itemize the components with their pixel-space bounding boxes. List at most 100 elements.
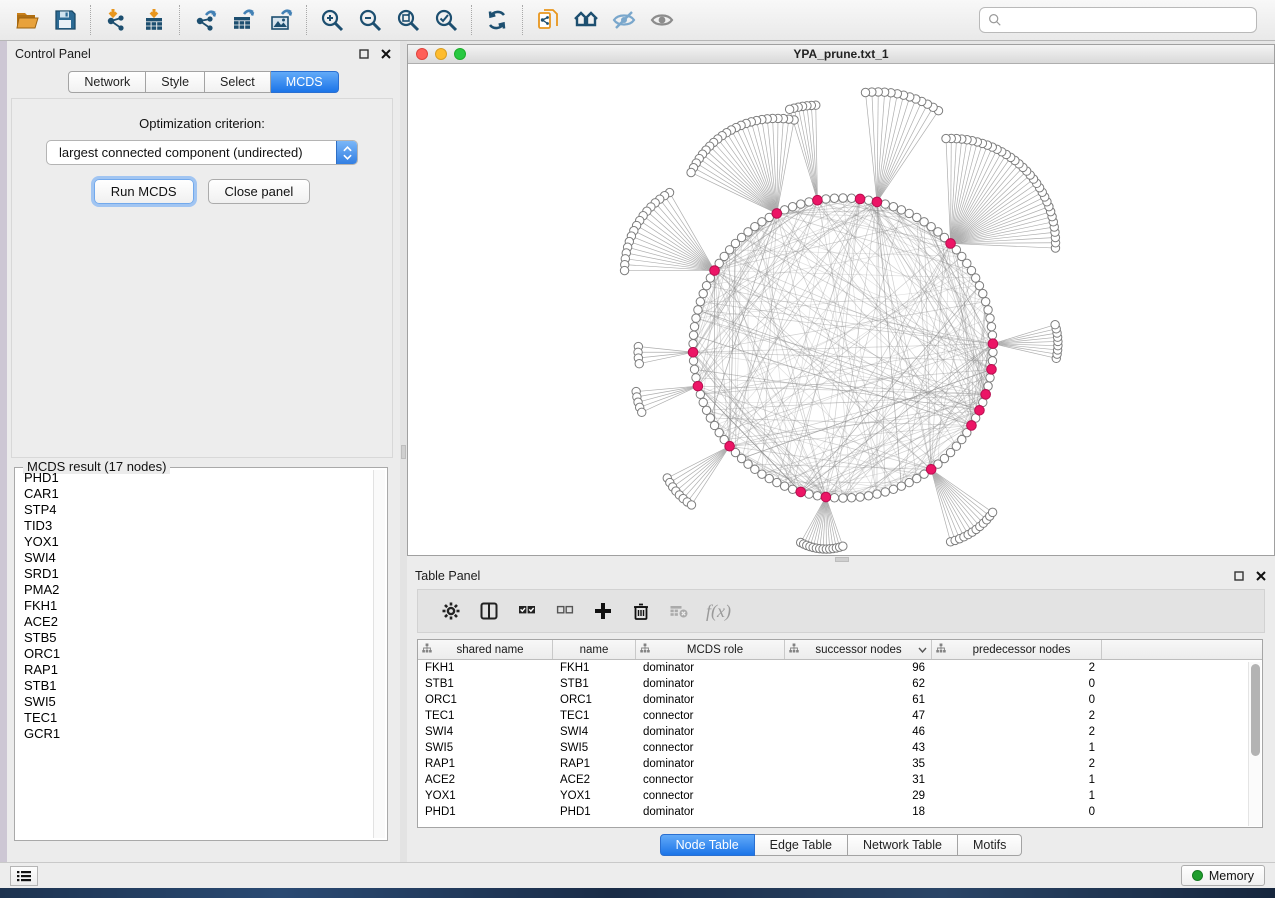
mcds-tab-content: Optimization criterion: largest connecte… xyxy=(11,98,393,458)
tab-network-table[interactable]: Network Table xyxy=(848,834,958,856)
horizontal-splitter[interactable] xyxy=(407,556,1275,563)
table-cell: connector xyxy=(636,788,785,804)
mcds-result-item[interactable]: GCR1 xyxy=(17,726,373,742)
node-table[interactable]: shared name nameMCDS rolesuccessor nodesp… xyxy=(417,639,1263,828)
tab-select[interactable]: Select xyxy=(205,71,271,93)
zoom-in-button[interactable] xyxy=(313,3,351,37)
import-network-button[interactable] xyxy=(97,3,135,37)
close-panel-icon[interactable] xyxy=(380,48,392,60)
network-window-titlebar[interactable]: YPA_prune.txt_1 xyxy=(408,45,1274,64)
tab-style[interactable]: Style xyxy=(146,71,205,93)
task-list-icon xyxy=(17,870,31,882)
column-header-successor-nodes[interactable]: successor nodes xyxy=(785,640,932,659)
open-file-button[interactable] xyxy=(8,3,46,37)
table-row[interactable]: SWI4SWI4dominator462 xyxy=(418,724,1262,740)
mcds-result-item[interactable]: SWI5 xyxy=(17,694,373,710)
table-cell: 1 xyxy=(932,772,1102,788)
add-column-button[interactable] xyxy=(586,594,620,628)
node-table-header: shared name nameMCDS rolesuccessor nodesp… xyxy=(418,640,1262,660)
vertical-splitter[interactable] xyxy=(400,41,407,862)
table-row[interactable]: YOX1YOX1connector291 xyxy=(418,788,1262,804)
float-table-panel-icon[interactable] xyxy=(1233,570,1245,582)
select-all-button[interactable] xyxy=(510,594,544,628)
table-row[interactable]: ACE2ACE2connector311 xyxy=(418,772,1262,788)
zoom-out-button[interactable] xyxy=(351,3,389,37)
search-box[interactable] xyxy=(979,7,1257,33)
delete-columns-button[interactable] xyxy=(624,594,658,628)
mcds-result-list[interactable]: PHD1CAR1STP4TID3YOX1SWI4SRD1PMA2FKH1ACE2… xyxy=(17,470,373,838)
table-cell: connector xyxy=(636,708,785,724)
tab-network[interactable]: Network xyxy=(68,71,146,93)
table-row[interactable]: STB1STB1dominator620 xyxy=(418,676,1262,692)
mcds-result-item[interactable]: YOX1 xyxy=(17,534,373,550)
tab-motifs[interactable]: Motifs xyxy=(958,834,1022,856)
memory-button[interactable]: Memory xyxy=(1181,865,1265,886)
hide-selected-button[interactable] xyxy=(605,3,643,37)
column-header-predecessor-nodes[interactable]: predecessor nodes xyxy=(932,640,1102,659)
tab-mcds[interactable]: MCDS xyxy=(271,71,339,93)
mcds-result-item[interactable]: ACE2 xyxy=(17,614,373,630)
window-close-icon[interactable] xyxy=(416,48,428,60)
network-canvas[interactable] xyxy=(408,64,1274,555)
run-mcds-button[interactable]: Run MCDS xyxy=(94,179,194,204)
window-traffic-lights xyxy=(416,48,466,60)
criterion-dropdown[interactable]: largest connected component (undirected) xyxy=(46,140,358,165)
mcds-result-item[interactable]: SRD1 xyxy=(17,566,373,582)
table-row[interactable]: SWI5SWI5connector431 xyxy=(418,740,1262,756)
mcds-result-item[interactable]: TID3 xyxy=(17,518,373,534)
float-panel-icon[interactable] xyxy=(358,48,370,60)
close-panel-button[interactable]: Close panel xyxy=(208,179,311,204)
column-header-shared-name[interactable]: shared name xyxy=(418,640,553,659)
network-graph[interactable] xyxy=(408,64,1274,556)
zoom-fit-button[interactable] xyxy=(389,3,427,37)
table-scrollbar[interactable] xyxy=(1248,662,1261,826)
mcds-result-item[interactable]: PMA2 xyxy=(17,582,373,598)
search-input[interactable] xyxy=(1002,13,1256,28)
mcds-result-item[interactable]: CAR1 xyxy=(17,486,373,502)
tab-node-table[interactable]: Node Table xyxy=(660,834,755,856)
mcds-result-item[interactable]: PHD1 xyxy=(17,470,373,486)
zoom-selected-button[interactable] xyxy=(427,3,465,37)
export-network-button[interactable] xyxy=(186,3,224,37)
clone-network-button[interactable] xyxy=(529,3,567,37)
delete-table-icon xyxy=(669,601,689,621)
node-table-body: FKH1FKH1dominator962STB1STB1dominator620… xyxy=(418,660,1262,820)
task-history-button[interactable] xyxy=(10,866,38,886)
mcds-result-item[interactable]: FKH1 xyxy=(17,598,373,614)
mcds-result-item[interactable]: ORC1 xyxy=(17,646,373,662)
show-columns-button[interactable] xyxy=(472,594,506,628)
deselect-all-button[interactable] xyxy=(548,594,582,628)
mcds-result-item[interactable]: RAP1 xyxy=(17,662,373,678)
close-table-panel-icon[interactable] xyxy=(1255,570,1267,582)
mcds-result-item[interactable]: STB5 xyxy=(17,630,373,646)
table-scrollbar-thumb[interactable] xyxy=(1251,664,1260,756)
mcds-result-item[interactable]: SWI4 xyxy=(17,550,373,566)
table-row[interactable]: RAP1RAP1dominator352 xyxy=(418,756,1262,772)
column-label: shared name xyxy=(432,644,548,656)
horizontal-splitter-grip[interactable] xyxy=(835,557,849,562)
refresh-layout-button[interactable] xyxy=(478,3,516,37)
column-header-name[interactable]: name xyxy=(553,640,636,659)
table-row[interactable]: PHD1PHD1dominator180 xyxy=(418,804,1262,820)
mcds-result-item[interactable]: STB1 xyxy=(17,678,373,694)
table-row[interactable]: ORC1ORC1dominator610 xyxy=(418,692,1262,708)
export-image-button[interactable] xyxy=(262,3,300,37)
window-minimize-icon[interactable] xyxy=(435,48,447,60)
table-row[interactable]: TEC1TEC1connector472 xyxy=(418,708,1262,724)
column-header-MCDS-role[interactable]: MCDS role xyxy=(636,640,785,659)
mcds-result-item[interactable]: STP4 xyxy=(17,502,373,518)
search-icon xyxy=(988,13,1002,27)
tab-edge-table[interactable]: Edge Table xyxy=(755,834,848,856)
export-table-button[interactable] xyxy=(224,3,262,37)
table-row[interactable]: FKH1FKH1dominator962 xyxy=(418,660,1262,676)
show-all-button[interactable] xyxy=(643,3,681,37)
import-table-button[interactable] xyxy=(135,3,173,37)
table-settings-button[interactable] xyxy=(434,594,468,628)
mcds-result-item[interactable]: TEC1 xyxy=(17,710,373,726)
vertical-splitter-grip[interactable] xyxy=(401,445,406,459)
mcds-result-scrollbar[interactable] xyxy=(373,470,385,838)
first-neighbors-button[interactable] xyxy=(567,3,605,37)
window-zoom-icon[interactable] xyxy=(454,48,466,60)
table-cell: 1 xyxy=(932,740,1102,756)
save-session-button[interactable] xyxy=(46,3,84,37)
